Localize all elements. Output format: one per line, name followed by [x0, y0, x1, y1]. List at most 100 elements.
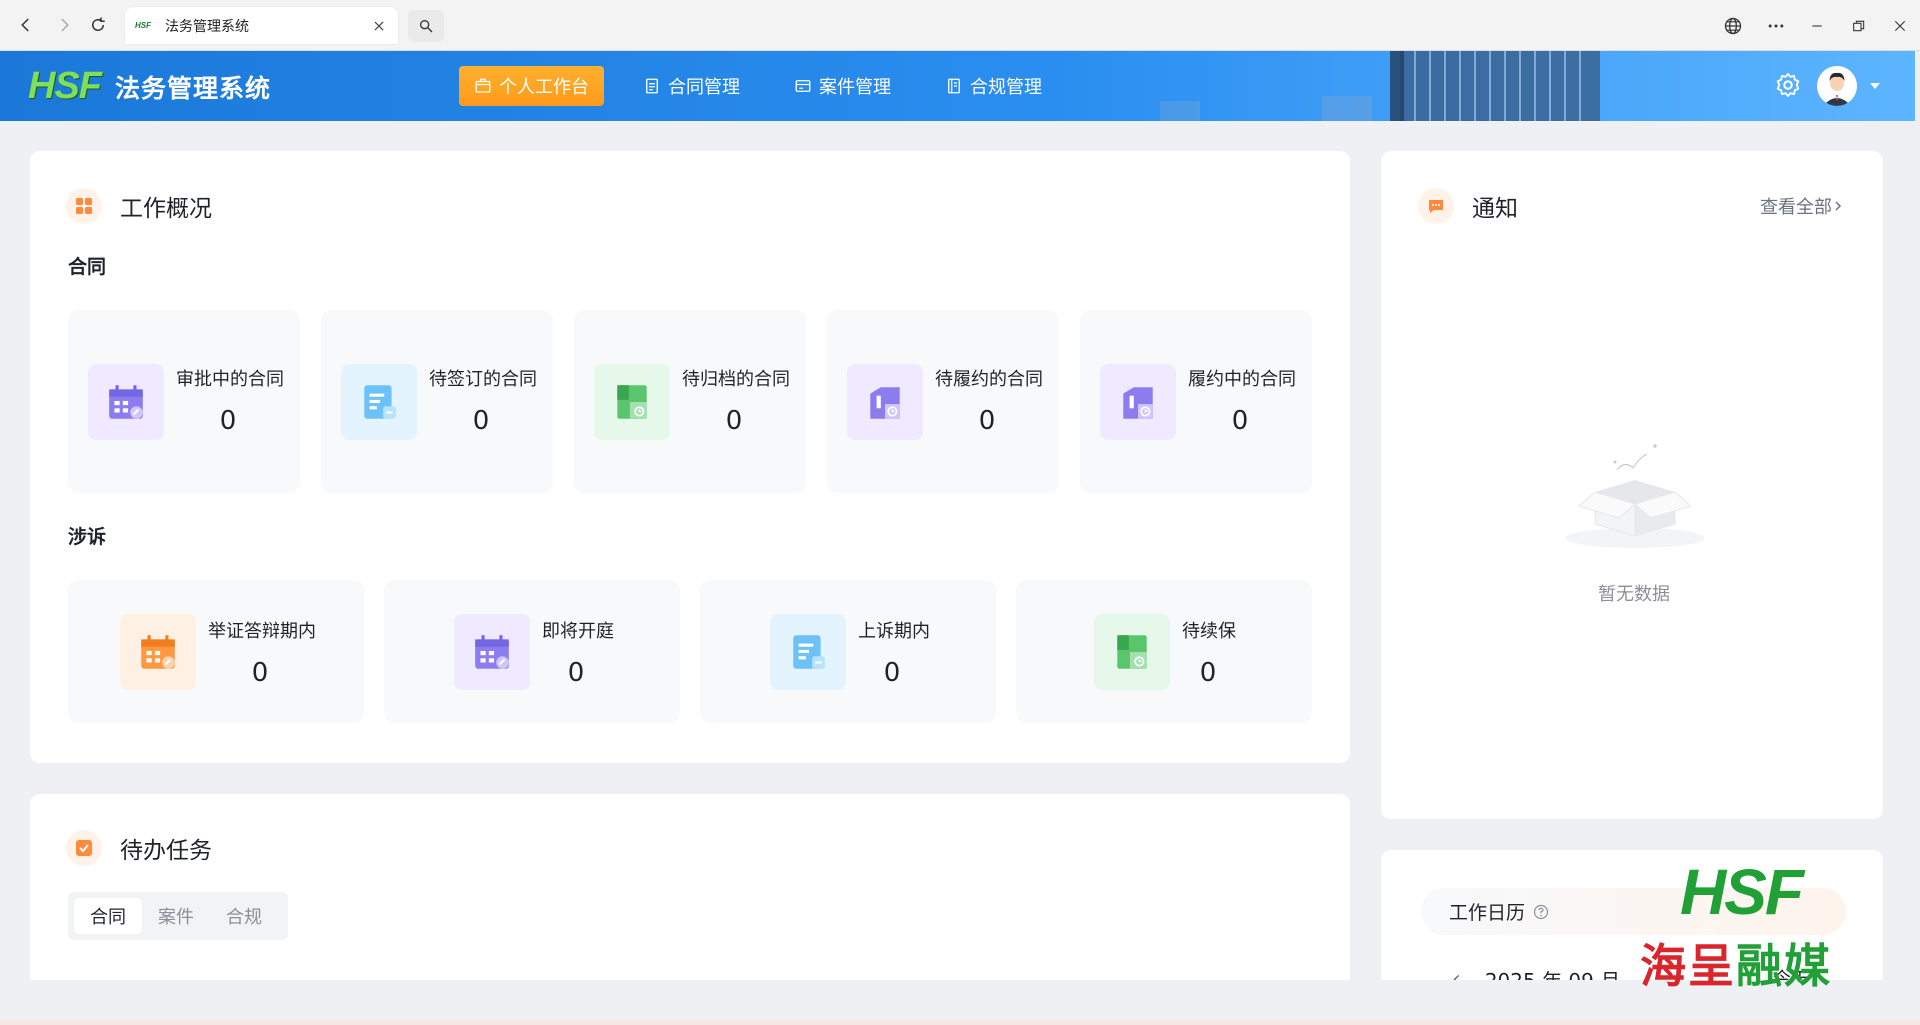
user-avatar[interactable]: [1817, 66, 1857, 106]
see-all-link[interactable]: 查看全部: [1760, 193, 1844, 219]
panel-title-text: 待办任务: [120, 838, 212, 864]
archive-box-icon: [1094, 614, 1170, 690]
reload-icon: [92, 17, 105, 31]
stat-value: 0: [251, 658, 269, 688]
panel-title-text: 通知: [1472, 196, 1518, 222]
stat-card-pending-sign-contracts[interactable]: 待签订的合同 0: [321, 310, 553, 493]
tab-search-button[interactable]: [408, 10, 444, 42]
tab-title: 法务管理系统: [165, 18, 249, 35]
tab-case[interactable]: 案件: [142, 898, 210, 934]
reload-button[interactable]: [84, 11, 112, 39]
stat-card-approving-contracts[interactable]: 审批中的合同 0: [68, 310, 300, 493]
work-overview-title: 工作概况: [66, 188, 212, 224]
restore-button[interactable]: [1845, 12, 1873, 40]
menu-label: 个人工作台: [499, 77, 589, 98]
menu-case-management[interactable]: 案件管理: [779, 66, 906, 106]
search-icon: [420, 19, 433, 33]
more-dots-icon: [1768, 24, 1784, 28]
stat-card-pending-fulfill-contracts[interactable]: 待履约的合同 0: [827, 310, 1059, 493]
stat-value: 0: [472, 406, 490, 436]
stat-card-upcoming-hearing[interactable]: 即将开庭 0: [384, 580, 680, 723]
empty-box-illustration: [1565, 444, 1705, 548]
folder-clock-icon: [847, 364, 923, 440]
stat-label: 举证答辩期内: [208, 621, 316, 642]
bottom-edge-line: [0, 1020, 1920, 1025]
user-avatar-image: [1817, 66, 1857, 106]
see-all-label: 查看全部: [1760, 197, 1832, 218]
stat-value: 0: [978, 406, 996, 436]
folder-clock-icon: [1100, 364, 1176, 440]
back-arrow-icon: [21, 18, 29, 32]
close-icon: [374, 21, 384, 30]
contract-section-label: 合同: [68, 256, 107, 278]
stat-value: 0: [883, 658, 901, 688]
menu-personal-workbench[interactable]: 个人工作台: [459, 66, 604, 106]
bottom-background: [0, 980, 1920, 1025]
restore-icon: [1853, 20, 1865, 32]
header-building-decoration: [1160, 51, 1600, 121]
archive-box-icon: [594, 364, 670, 440]
app-logo[interactable]: HSF 法务管理系统: [28, 65, 271, 108]
checkbox-icon: [66, 830, 102, 866]
stat-card-pending-archive-contracts[interactable]: 待归档的合同 0: [574, 310, 806, 493]
book-icon: [948, 78, 960, 94]
translate-button[interactable]: [1719, 12, 1747, 40]
menu-label: 合规管理: [970, 77, 1042, 98]
tab-favicon: HSF: [135, 21, 151, 30]
grid-icon: [66, 188, 102, 224]
help-circle-icon[interactable]: [1533, 904, 1549, 920]
watermark-text-red: 海呈: [1640, 939, 1736, 993]
stat-value: 0: [567, 658, 585, 688]
menu-label: 案件管理: [819, 77, 891, 98]
stat-value: 0: [1231, 406, 1249, 436]
watermark-mark: HSF: [1680, 856, 1804, 928]
chevron-right-icon: [1835, 201, 1842, 211]
stat-label: 即将开庭: [542, 621, 614, 642]
browser-tab[interactable]: HSF 法务管理系统: [125, 7, 398, 44]
tab-contract[interactable]: 合同: [74, 898, 142, 934]
menu-contract-management[interactable]: 合同管理: [628, 66, 755, 106]
caret-down-icon[interactable]: [1869, 81, 1881, 91]
document-icon: [646, 78, 658, 94]
forward-button[interactable]: [50, 11, 78, 39]
stat-card-fulfilling-contracts[interactable]: 履约中的合同 0: [1080, 310, 1312, 493]
stat-card-pending-renewal[interactable]: 待续保 0: [1016, 580, 1312, 723]
stat-label: 履约中的合同: [1188, 369, 1296, 390]
main-menu: 个人工作台 合同管理 案件管理 合规管理: [459, 66, 1081, 106]
stat-label: 待签订的合同: [429, 369, 537, 390]
window-close-button[interactable]: [1886, 12, 1914, 40]
globe-icon: [1724, 17, 1742, 35]
menu-label: 合同管理: [668, 77, 740, 98]
close-icon: [1894, 20, 1906, 32]
litigation-section-label: 涉诉: [68, 526, 107, 548]
tab-close-button[interactable]: [370, 17, 388, 35]
stat-value: 0: [1199, 658, 1217, 688]
document-form-icon: [770, 614, 846, 690]
todo-tasks-title: 待办任务: [66, 830, 212, 866]
logo-mark: HSF: [28, 65, 102, 107]
calendar-icon: [120, 614, 196, 690]
stat-card-evidence-period[interactable]: 举证答辩期内 0: [68, 580, 364, 723]
watermark-text-green: 融媒: [1736, 939, 1832, 993]
calendar-title: 工作日历: [1449, 902, 1526, 924]
browser-chrome: HSF 法务管理系统: [0, 0, 1920, 51]
stat-label: 待续保: [1182, 621, 1236, 642]
tab-compliance[interactable]: 合规: [210, 898, 278, 934]
stat-value: 0: [725, 406, 743, 436]
stat-label: 审批中的合同: [176, 369, 284, 390]
task-type-tabs: 合同 案件 合规: [68, 892, 288, 940]
panel-title-text: 工作概况: [120, 196, 212, 222]
menu-compliance-management[interactable]: 合规管理: [930, 66, 1057, 106]
app-header: HSF 法务管理系统 个人工作台 合同管理 案件管理 合规管理: [0, 51, 1915, 121]
minimize-button[interactable]: [1803, 12, 1831, 40]
more-menu-button[interactable]: [1762, 12, 1790, 40]
calendar-icon: [454, 614, 530, 690]
stat-card-appeal-period[interactable]: 上诉期内 0: [700, 580, 996, 723]
notice-title: 通知: [1418, 188, 1518, 224]
back-button[interactable]: [12, 11, 40, 39]
media-watermark: HSF 海呈融媒: [1640, 855, 1880, 993]
empty-state-text: 暂无数据: [1598, 584, 1670, 605]
stat-label: 待履约的合同: [935, 369, 1043, 390]
workbench-icon: [475, 78, 491, 93]
settings-gear-icon[interactable]: [1774, 71, 1802, 99]
